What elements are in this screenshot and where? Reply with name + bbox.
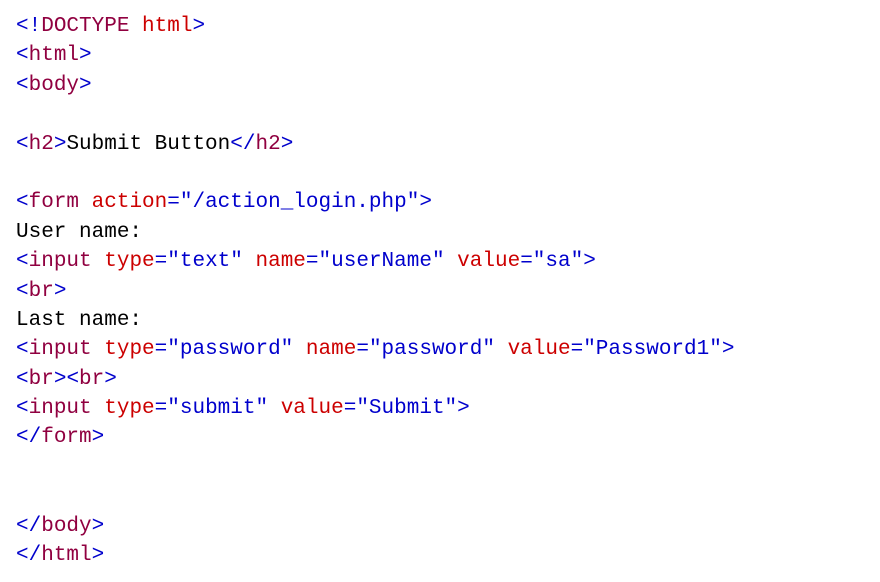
br-tag-3: br <box>79 368 104 391</box>
form-action-value: "/action_login.php" <box>180 191 419 214</box>
username-label: User name: <box>16 221 142 244</box>
password-name-value: "password" <box>369 338 495 361</box>
username-value-value: "sa" <box>533 250 583 273</box>
input-password-tag: input <box>29 338 92 361</box>
body-open-tag: body <box>29 74 79 97</box>
html-close-tag: html <box>41 544 91 567</box>
username-value-attr: value <box>457 250 520 273</box>
username-name-value: "userName" <box>319 250 445 273</box>
body-close-tag: body <box>41 515 91 538</box>
submit-type-attr: type <box>104 397 154 420</box>
username-name-attr: name <box>256 250 306 273</box>
password-name-attr: name <box>306 338 356 361</box>
password-type-attr: type <box>104 338 154 361</box>
doctype-decl: DOCTYPE <box>41 15 129 38</box>
form-close-tag: form <box>41 426 91 449</box>
submit-type-value: "submit" <box>167 397 268 420</box>
submit-value-value: "Submit" <box>356 397 457 420</box>
code-block: <!DOCTYPE html> <html> <body> <h2>Submit… <box>16 12 864 570</box>
username-type-attr: type <box>104 250 154 273</box>
input-submit-tag: input <box>29 397 92 420</box>
doctype-root: html <box>142 15 192 38</box>
br-tag-1: br <box>29 280 54 303</box>
h2-close-tag: h2 <box>255 133 280 156</box>
form-open-tag: form <box>29 191 79 214</box>
br-tag-2: br <box>29 368 54 391</box>
h2-open-tag: h2 <box>29 133 54 156</box>
submit-value-attr: value <box>281 397 344 420</box>
input-username-tag: input <box>29 250 92 273</box>
username-type-value: "text" <box>167 250 243 273</box>
html-open-tag: html <box>29 44 79 67</box>
lastname-label: Last name: <box>16 309 142 332</box>
password-value-attr: value <box>508 338 571 361</box>
password-value-value: "Password1" <box>583 338 722 361</box>
h2-text: Submit Button <box>66 133 230 156</box>
password-type-value: "password" <box>167 338 293 361</box>
form-action-attr: action <box>92 191 168 214</box>
